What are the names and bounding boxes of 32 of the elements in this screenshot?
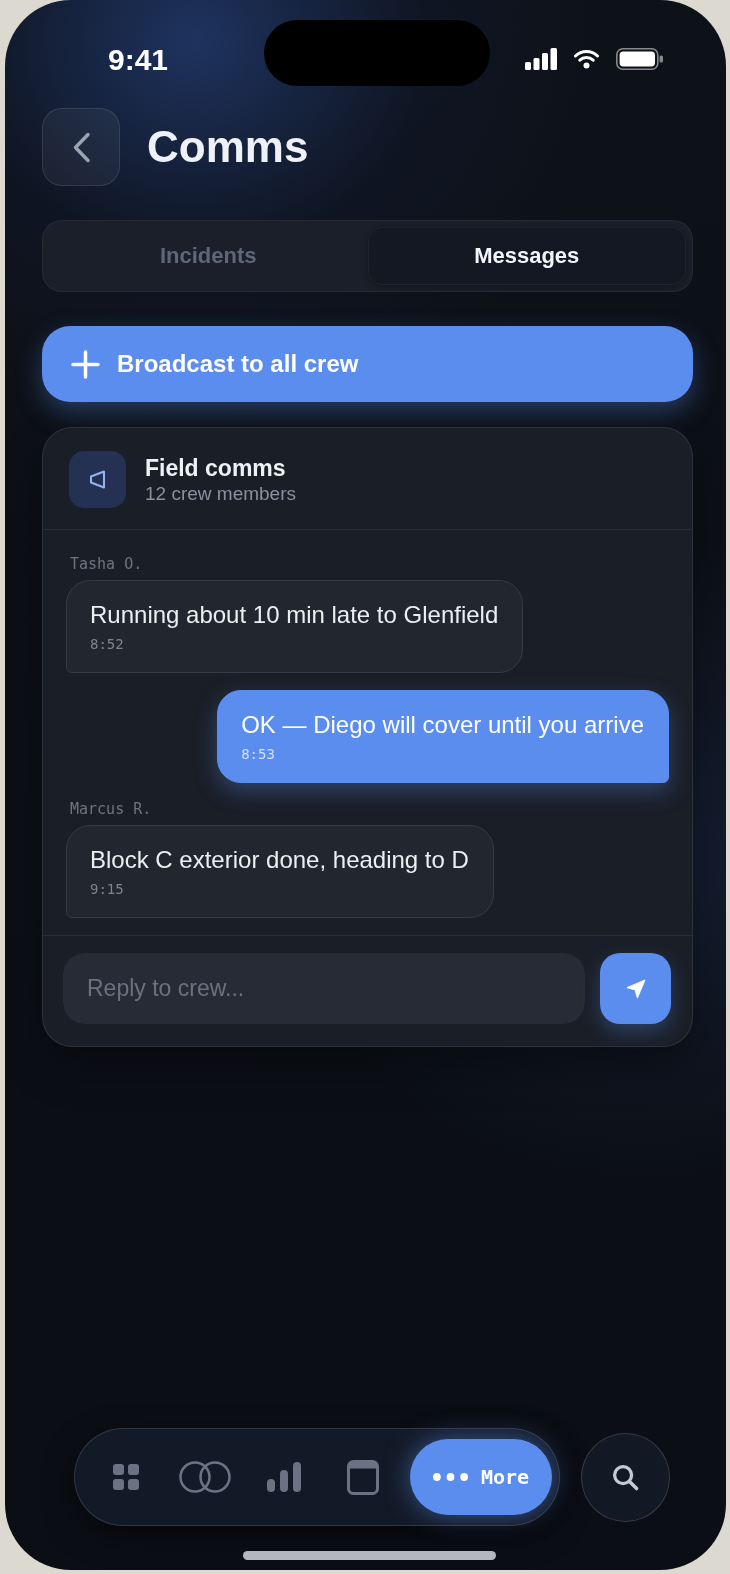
dots-icon <box>432 1473 468 1481</box>
chevron-left-icon <box>71 131 91 163</box>
battery-icon <box>616 48 663 70</box>
search-icon <box>612 1463 639 1491</box>
tab[interactable]: Messages <box>367 227 686 285</box>
overlapping-circles-icon <box>179 1461 231 1493</box>
message-text: OK — Diego will cover until you arrive <box>241 711 644 739</box>
reply-field[interactable]: Reply to crew... <box>63 953 585 1024</box>
message-text: Running about 10 min late to Glenfield <box>90 601 499 629</box>
status-time: 9:41 <box>108 42 170 78</box>
channel-name: Field comms <box>145 453 287 482</box>
wifi-icon <box>574 49 599 69</box>
message-time: 8:53 <box>241 745 276 763</box>
grid-icon <box>113 1464 139 1490</box>
sender-name: Tasha O. <box>70 555 143 573</box>
signal-icon <box>525 48 557 70</box>
message-time: 8:52 <box>90 635 125 653</box>
megaphone-icon <box>69 451 126 508</box>
message-text: Block C exterior done, heading to D <box>90 846 469 874</box>
tab[interactable]: Incidents <box>49 227 368 285</box>
send-button[interactable] <box>600 953 671 1024</box>
message-time: 9:15 <box>90 880 125 898</box>
back-button[interactable] <box>42 108 120 186</box>
send-icon <box>625 978 646 999</box>
window-icon <box>347 1459 379 1495</box>
member-count: 12 crew members <box>145 481 296 506</box>
sender-name: Marcus R. <box>70 800 152 818</box>
broadcast-button[interactable]: Broadcast to all crew <box>42 326 693 402</box>
bar-chart-icon <box>267 1462 301 1492</box>
nav-tab[interactable]: More <box>410 1439 552 1515</box>
plus-icon <box>71 349 100 379</box>
page-title: Comms <box>147 121 309 173</box>
